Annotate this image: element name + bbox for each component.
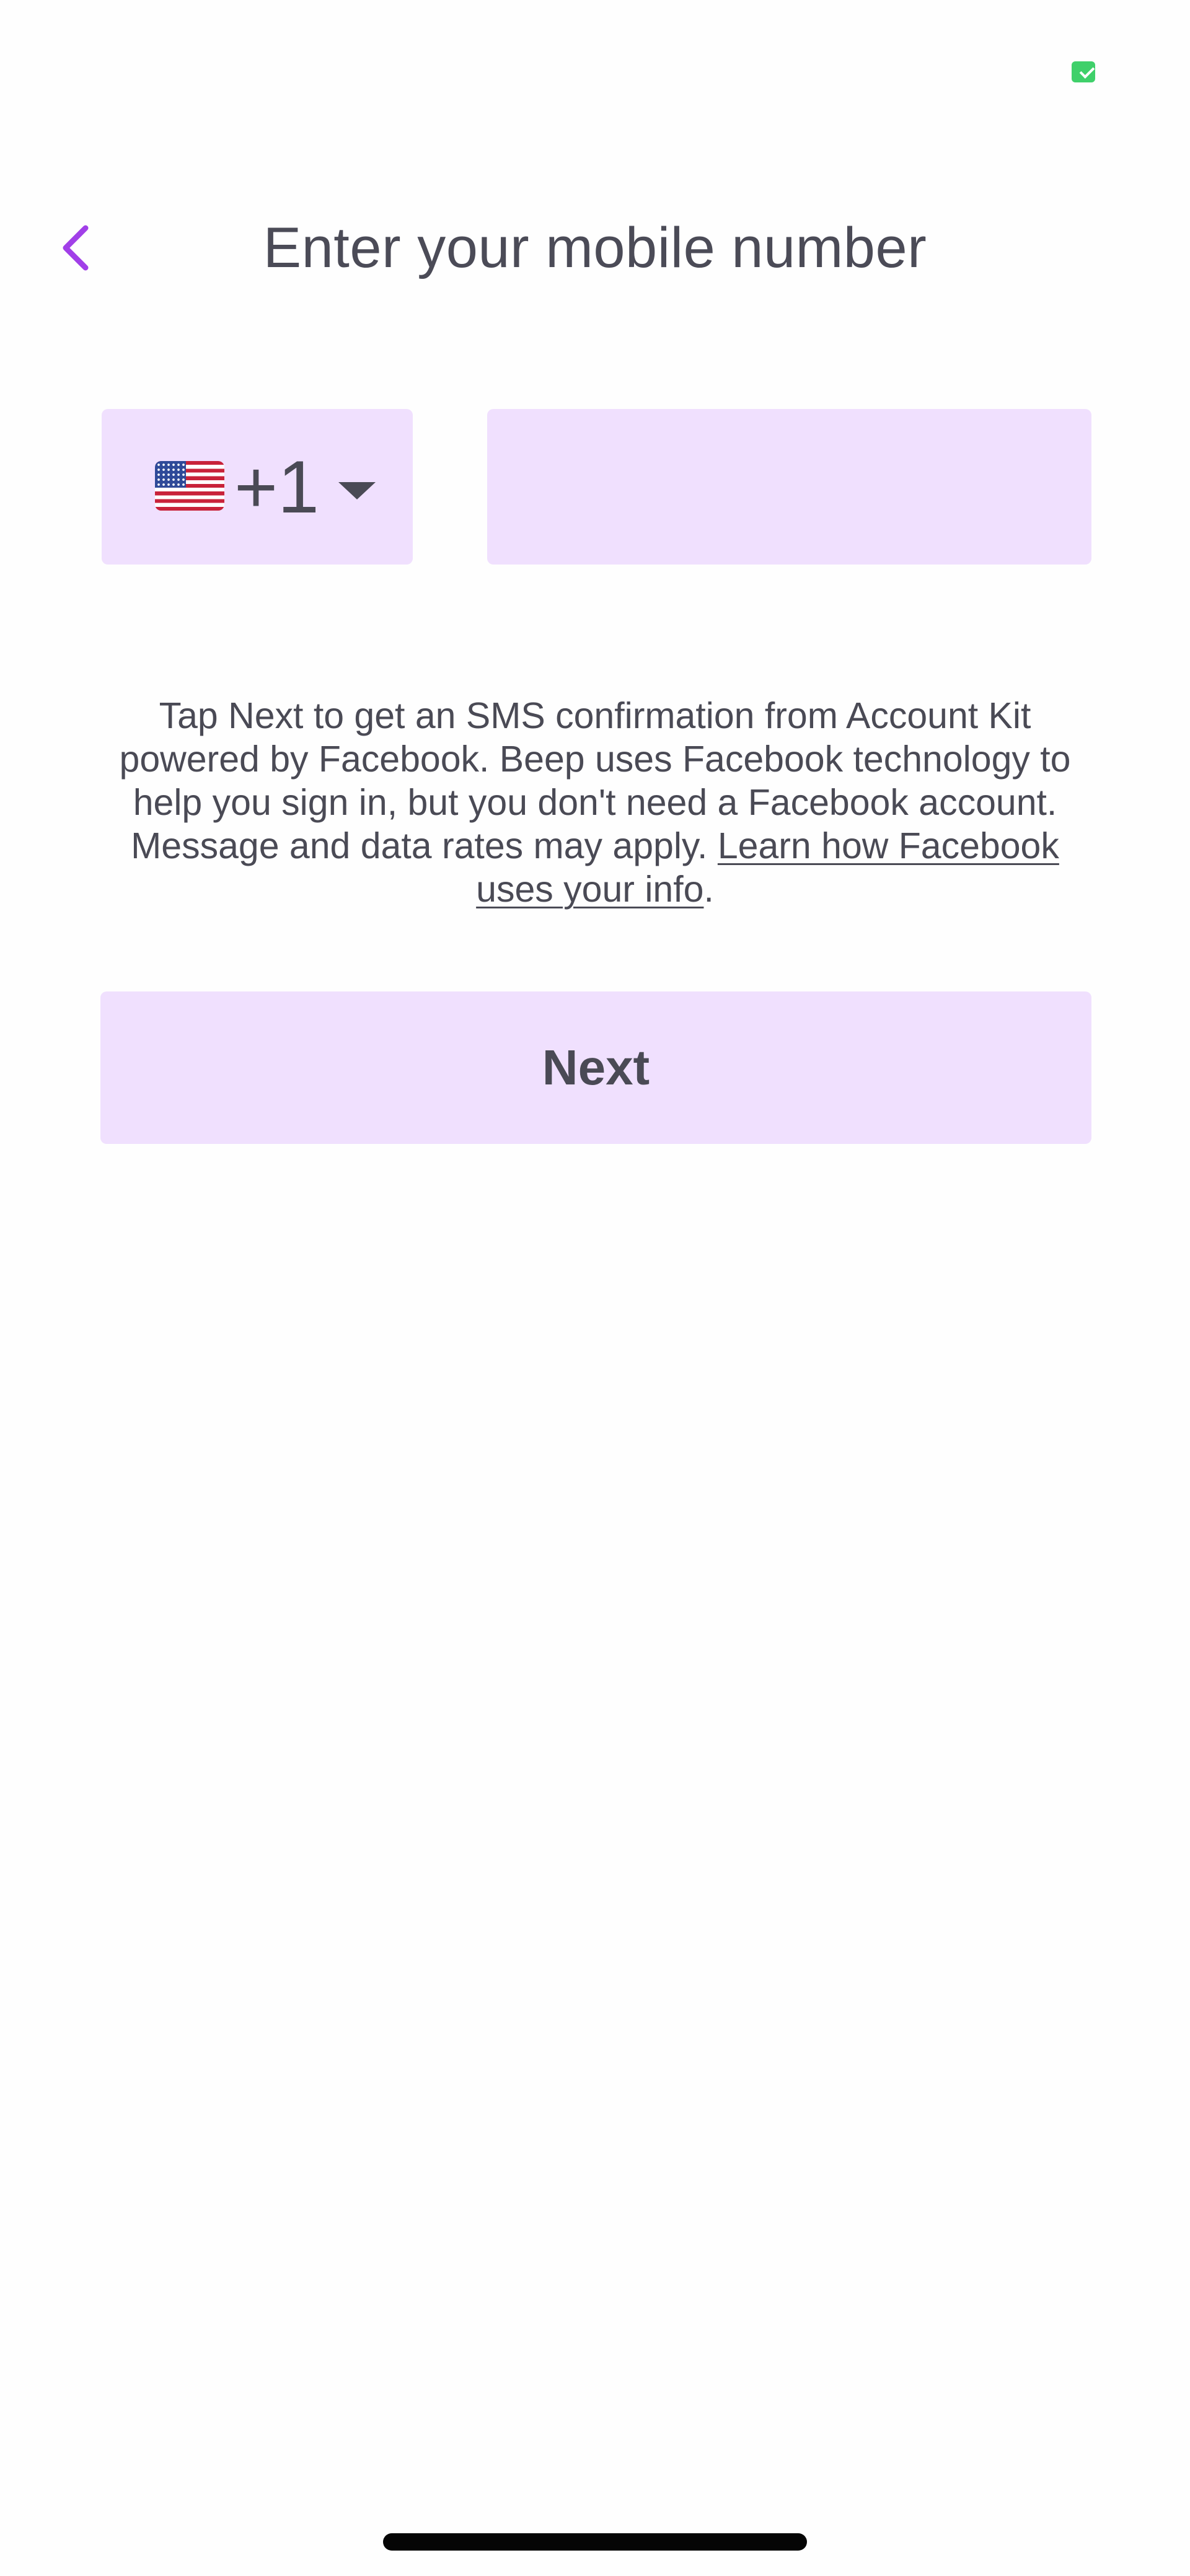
- page-title: Enter your mobile number: [263, 216, 927, 279]
- status-indicator-icon: [1072, 61, 1095, 82]
- us-flag-icon: [155, 461, 224, 511]
- phone-number-input[interactable]: [487, 409, 1091, 565]
- next-button[interactable]: Next: [100, 991, 1091, 1144]
- sms-disclaimer-suffix: .: [703, 869, 714, 910]
- sms-disclaimer: Tap Next to get an SMS confirmation from…: [105, 694, 1085, 911]
- chevron-down-icon: [338, 482, 376, 499]
- country-code-label: +1: [234, 446, 319, 529]
- country-code-selector[interactable]: +1: [102, 409, 413, 565]
- home-indicator[interactable]: [383, 2533, 807, 2551]
